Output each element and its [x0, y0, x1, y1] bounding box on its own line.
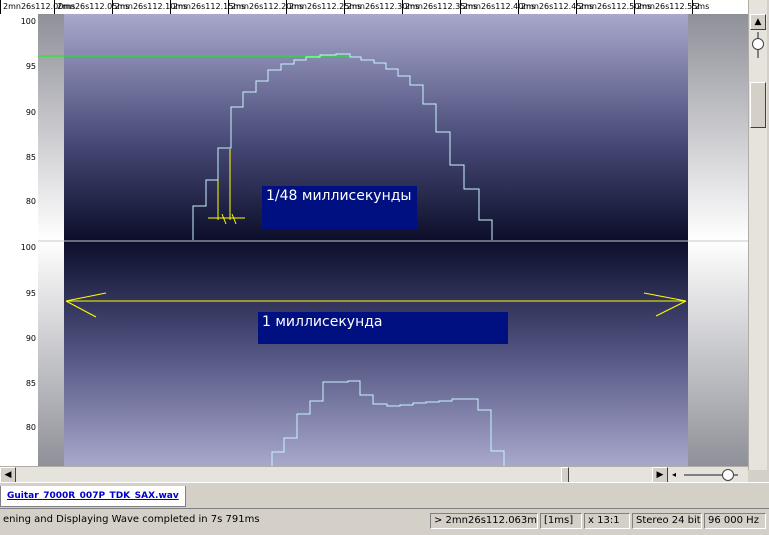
vertical-scrollbar[interactable]: ▲	[748, 0, 767, 470]
file-tab-bar: Guitar_7000R_007P_TDK_SAX.wav	[0, 482, 769, 509]
status-sample-rate: 96 000 Hz	[704, 513, 766, 529]
ruler-tick: 2mn26s112.05ms	[54, 0, 129, 14]
scroll-right-button[interactable]: ▶	[652, 467, 668, 483]
waveform-view[interactable]: 1/48 миллисекунды 1 миллисекунда	[38, 14, 748, 466]
axis-label: 80	[25, 423, 36, 432]
status-format: Stereo 24 bit	[632, 513, 702, 529]
waveform-canvas	[38, 14, 748, 466]
horizontal-scrollbar[interactable]: ◀ ▶ ◂	[0, 466, 748, 483]
ruler-tick: 2mn26s112.45ms	[518, 0, 593, 14]
axis-label: 85	[25, 153, 36, 162]
amplitude-axis: 100 95 90 85 80 100 95 90 85 80	[0, 14, 42, 466]
ruler-tick: 2	[692, 0, 748, 14]
ruler-tick: 2mn26s112.25ms	[286, 0, 361, 14]
ruler-tick: 2mn26s112.10ms	[112, 0, 187, 14]
horizontal-scroll-thumb[interactable]	[561, 467, 569, 483]
axis-label: 95	[25, 289, 36, 298]
zoom-knob[interactable]	[752, 38, 764, 50]
file-tab[interactable]: Guitar_7000R_007P_TDK_SAX.wav	[0, 486, 186, 507]
zoom-left-icon[interactable]: ◂	[672, 471, 680, 479]
axis-label: 100	[20, 243, 36, 252]
scroll-up-button[interactable]: ▲	[750, 14, 766, 30]
status-position: > 2mn26s112.063ms	[430, 513, 538, 529]
vertical-scroll-thumb[interactable]	[750, 82, 766, 128]
ruler-tick: 2mn26s112.50ms	[576, 0, 651, 14]
sample-duration-label: 1/48 миллисекунды	[262, 186, 417, 229]
zoom-slider-knob[interactable]	[722, 469, 734, 481]
ruler-tick: 2mn26s112.20ms	[228, 0, 303, 14]
status-bar: ening and Displaying Wave completed in 7…	[0, 508, 769, 535]
status-zoom: x 13:1	[584, 513, 630, 529]
ruler-tick: 2mn26s112.55ms	[634, 0, 709, 14]
axis-label: 80	[25, 197, 36, 206]
ruler-tick: 2mn26s112.40ms	[460, 0, 535, 14]
zoom-slider-vertical[interactable]	[751, 32, 765, 58]
axis-label: 85	[25, 379, 36, 388]
time-ruler[interactable]: 2mn26s112.00ms 2mn26s112.05ms 2mn26s112.…	[0, 0, 748, 15]
axis-label: 95	[25, 62, 36, 71]
axis-label: 90	[25, 334, 36, 343]
axis-label: 90	[25, 108, 36, 117]
scroll-left-button[interactable]: ◀	[0, 467, 16, 483]
status-message: ening and Displaying Wave completed in 7…	[3, 514, 260, 525]
ruler-tick: 2mn26s112.15ms	[170, 0, 245, 14]
ruler-tick: 2mn26s112.35ms	[402, 0, 477, 14]
axis-label: 100	[20, 17, 36, 26]
ruler-tick: 2mn26s112.30ms	[344, 0, 419, 14]
status-selection: [1ms]	[540, 513, 582, 529]
ruler-tick: 2mn26s112.00ms	[0, 0, 75, 14]
millisecond-label: 1 миллисекунда	[258, 312, 508, 344]
